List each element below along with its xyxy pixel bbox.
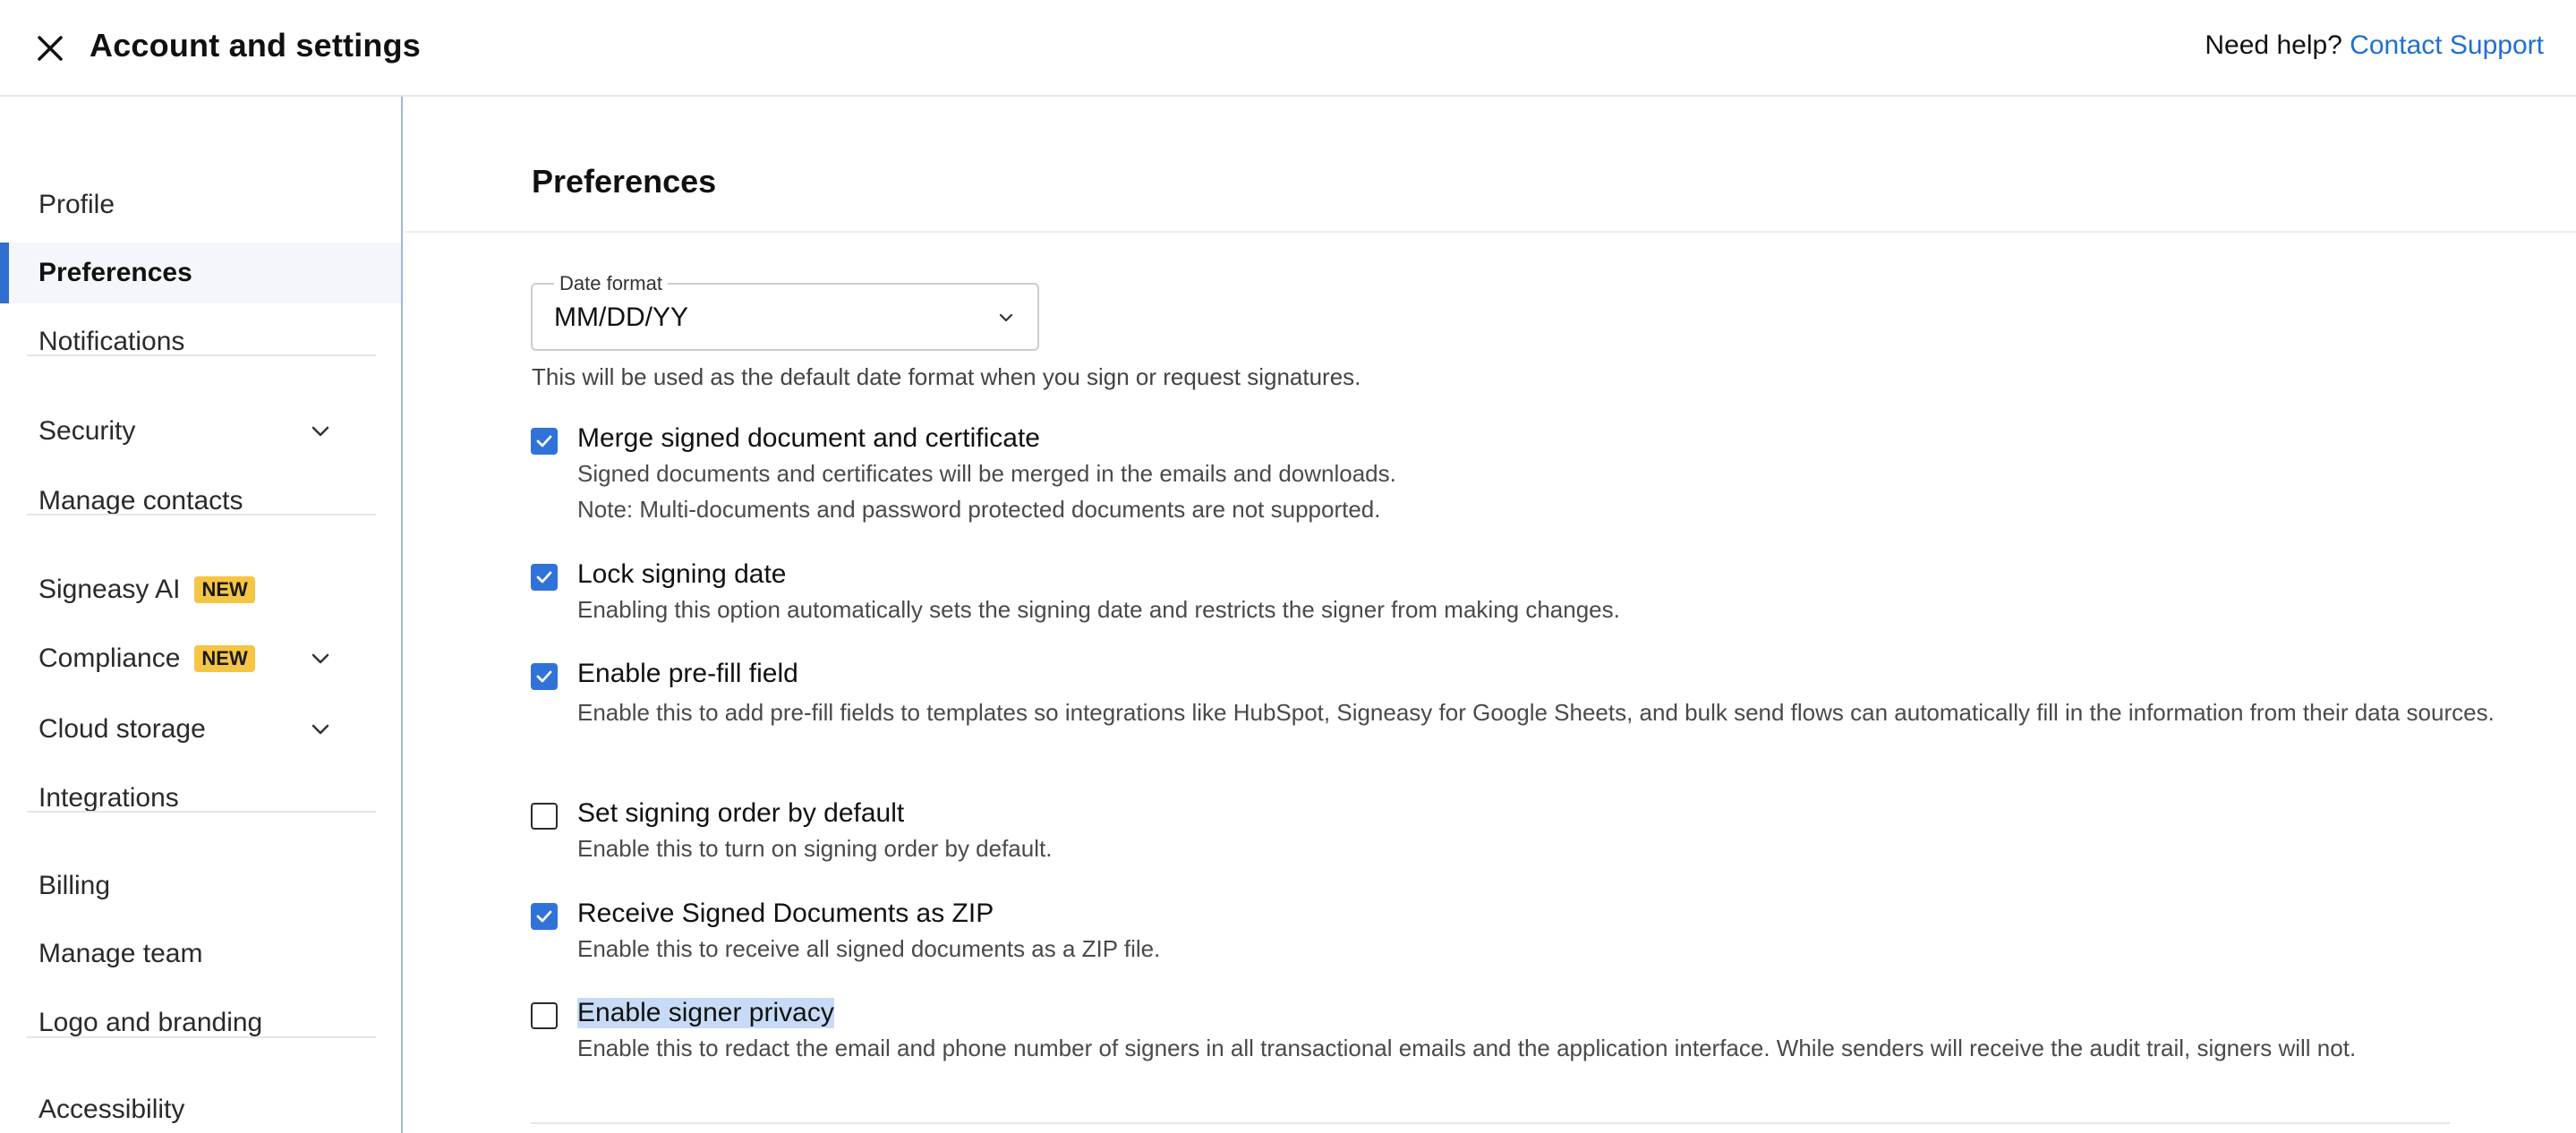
sidebar-item-security[interactable]: Security (0, 401, 401, 462)
sidebar-item-compliance[interactable]: Compliance NEW (0, 628, 401, 689)
close-button[interactable] (32, 30, 68, 66)
option-description: Enable this to add pre-fill fields to te… (577, 699, 2495, 726)
option-description: Signed documents and certificates will b… (577, 460, 1396, 487)
checkmark-icon (536, 435, 552, 447)
chevron-down-icon (311, 426, 329, 437)
close-icon (38, 36, 63, 61)
settings-sidebar: Profile Preferences Notifications Securi… (0, 97, 403, 1133)
date-format-help: This will be used as the default date fo… (532, 363, 1361, 390)
sidebar-divider (27, 354, 376, 356)
title-divider (405, 231, 2576, 233)
option-label[interactable]: Lock signing date (577, 559, 787, 590)
new-badge: NEW (194, 645, 255, 672)
option-description: Enable this to redact the email and phon… (577, 1035, 2357, 1061)
option-note: Note: Multi-documents and password prote… (577, 496, 1381, 523)
lock-signing-date-checkbox[interactable] (531, 564, 558, 591)
contact-support-link[interactable]: Contact Support (2350, 30, 2544, 60)
preferences-panel: Preferences Date format MM/DD/YY This wi… (405, 97, 2576, 1133)
sidebar-item-signeasy-ai[interactable]: Signeasy AI NEW (0, 559, 401, 620)
option-description: Enabling this option automatically sets … (577, 596, 1620, 623)
sidebar-divider (27, 514, 376, 515)
option-label[interactable]: Enable signer privacy (577, 998, 834, 1028)
checkmark-icon (536, 910, 552, 923)
top-header: Account and settings Need help? Contact … (0, 0, 2576, 97)
sidebar-item-label: Compliance (38, 643, 181, 673)
page-header-title: Account and settings (90, 27, 422, 64)
sidebar-item-label: Accessibility (38, 1095, 185, 1124)
sidebar-item-notifications[interactable]: Notifications (0, 311, 401, 372)
checkmark-icon (536, 670, 552, 683)
date-format-select[interactable]: Date format MM/DD/YY (531, 272, 1039, 351)
help-label: Need help? (2205, 30, 2342, 60)
option-label[interactable]: Merge signed document and certificate (577, 423, 1040, 454)
sidebar-item-label: Notifications (38, 327, 185, 356)
sidebar-item-accessibility[interactable]: Accessibility (0, 1079, 401, 1133)
option-label[interactable]: Set signing order by default (577, 798, 904, 829)
sidebar-item-label: Security (38, 416, 136, 446)
receive-zip-checkbox[interactable] (531, 903, 558, 930)
sidebar-divider (27, 1036, 376, 1038)
sidebar-item-label: Manage contacts (38, 486, 243, 515)
sidebar-item-label: Profile (38, 190, 115, 219)
sidebar-item-cloud-storage[interactable]: Cloud storage (0, 699, 401, 760)
sidebar-item-profile[interactable]: Profile (0, 175, 401, 235)
merge-document-checkbox[interactable] (531, 428, 558, 455)
sidebar-item-label: Cloud storage (38, 714, 206, 744)
sidebar-item-manage-contacts[interactable]: Manage contacts (0, 471, 401, 532)
sidebar-item-label: Billing (38, 871, 111, 900)
chevron-down-icon (311, 653, 329, 664)
sidebar-item-preferences[interactable]: Preferences (0, 243, 401, 303)
date-format-label: Date format (554, 272, 668, 295)
new-badge: NEW (194, 576, 255, 603)
sidebar-item-billing[interactable]: Billing (0, 856, 401, 916)
checkmark-icon (536, 571, 552, 584)
sidebar-item-label: Signeasy AI (38, 575, 181, 604)
signer-privacy-checkbox[interactable] (531, 1002, 558, 1029)
enable-prefill-checkbox[interactable] (531, 663, 558, 690)
sidebar-item-manage-team[interactable]: Manage team (0, 924, 401, 984)
sidebar-item-label: Integrations (38, 783, 179, 813)
date-format-value: MM/DD/YY (554, 302, 688, 332)
page-title: Preferences (532, 163, 717, 200)
help-text: Need help? Contact Support (2205, 30, 2544, 61)
content-divider (531, 1122, 2450, 1124)
option-description: Enable this to turn on signing order by … (577, 835, 1053, 862)
sidebar-item-logo-and-branding[interactable]: Logo and branding (0, 992, 401, 1053)
option-label[interactable]: Receive Signed Documents as ZIP (577, 899, 994, 929)
sidebar-item-label: Logo and branding (38, 1008, 263, 1037)
sidebar-item-integrations[interactable]: Integrations (0, 768, 401, 829)
chevron-down-icon (999, 313, 1013, 322)
sidebar-divider (27, 811, 376, 813)
sidebar-item-label: Manage team (38, 939, 203, 968)
sidebar-item-label: Preferences (38, 258, 192, 287)
signing-order-checkbox[interactable] (531, 803, 558, 830)
option-label[interactable]: Enable pre-fill field (577, 659, 798, 689)
option-description: Enable this to receive all signed docume… (577, 935, 1161, 962)
chevron-down-icon (311, 724, 329, 735)
